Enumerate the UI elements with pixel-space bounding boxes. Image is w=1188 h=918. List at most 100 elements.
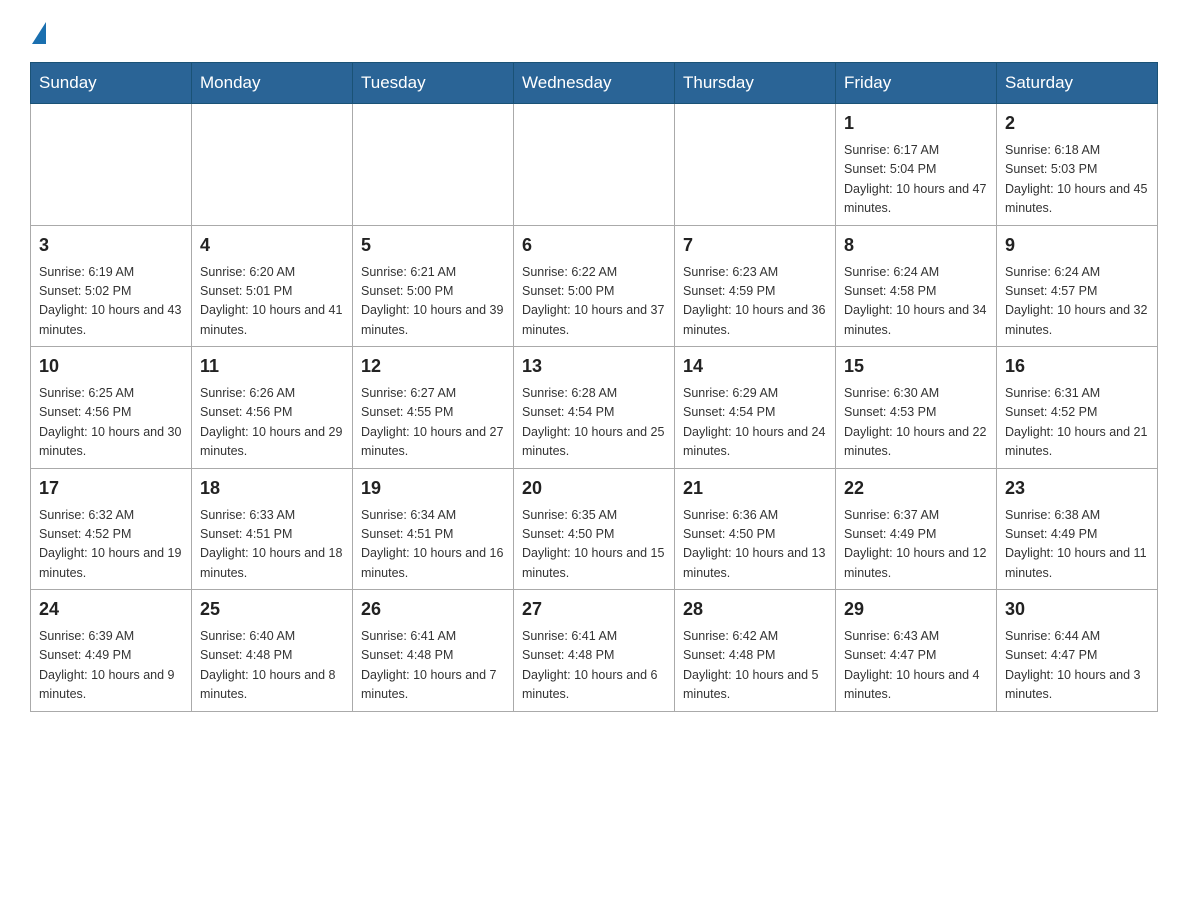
day-number: 16	[1005, 353, 1149, 380]
calendar-week-row: 10 Sunrise: 6:25 AMSunset: 4:56 PMDayligh…	[31, 347, 1158, 469]
calendar-cell	[31, 104, 192, 226]
day-info: Sunrise: 6:34 AMSunset: 4:51 PMDaylight:…	[361, 506, 505, 584]
day-info: Sunrise: 6:23 AMSunset: 4:59 PMDaylight:…	[683, 263, 827, 341]
day-info: Sunrise: 6:27 AMSunset: 4:55 PMDaylight:…	[361, 384, 505, 462]
day-info: Sunrise: 6:42 AMSunset: 4:48 PMDaylight:…	[683, 627, 827, 705]
calendar-cell: 21 Sunrise: 6:36 AMSunset: 4:50 PMDayligh…	[675, 468, 836, 590]
day-number: 17	[39, 475, 183, 502]
calendar-cell: 23 Sunrise: 6:38 AMSunset: 4:49 PMDayligh…	[997, 468, 1158, 590]
logo	[30, 20, 46, 44]
calendar-cell: 20Sunrise: 6:35 AMSunset: 4:50 PMDayligh…	[514, 468, 675, 590]
day-number: 5	[361, 232, 505, 259]
day-info: Sunrise: 6:24 AMSunset: 4:57 PMDaylight:…	[1005, 263, 1149, 341]
calendar-week-row: 1Sunrise: 6:17 AMSunset: 5:04 PMDaylight…	[31, 104, 1158, 226]
calendar-cell: 12 Sunrise: 6:27 AMSunset: 4:55 PMDayligh…	[353, 347, 514, 469]
day-info: Sunrise: 6:18 AMSunset: 5:03 PMDaylight:…	[1005, 141, 1149, 219]
day-info: Sunrise: 6:43 AMSunset: 4:47 PMDaylight:…	[844, 627, 988, 705]
calendar-week-row: 24 Sunrise: 6:39 AMSunset: 4:49 PMDayligh…	[31, 590, 1158, 712]
day-number: 15	[844, 353, 988, 380]
day-of-week-header: Thursday	[675, 63, 836, 104]
calendar-cell: 5 Sunrise: 6:21 AMSunset: 5:00 PMDaylight…	[353, 225, 514, 347]
day-of-week-header: Saturday	[997, 63, 1158, 104]
page-header	[30, 20, 1158, 44]
calendar-cell: 15 Sunrise: 6:30 AMSunset: 4:53 PMDayligh…	[836, 347, 997, 469]
day-number: 12	[361, 353, 505, 380]
day-number: 29	[844, 596, 988, 623]
calendar-cell: 16 Sunrise: 6:31 AMSunset: 4:52 PMDayligh…	[997, 347, 1158, 469]
day-info: Sunrise: 6:39 AMSunset: 4:49 PMDaylight:…	[39, 627, 183, 705]
day-of-week-header: Wednesday	[514, 63, 675, 104]
day-info: Sunrise: 6:22 AMSunset: 5:00 PMDaylight:…	[522, 263, 666, 341]
day-info: Sunrise: 6:25 AMSunset: 4:56 PMDaylight:…	[39, 384, 183, 462]
calendar-cell: 10 Sunrise: 6:25 AMSunset: 4:56 PMDayligh…	[31, 347, 192, 469]
calendar-table: SundayMondayTuesdayWednesdayThursdayFrid…	[30, 62, 1158, 712]
day-info: Sunrise: 6:30 AMSunset: 4:53 PMDaylight:…	[844, 384, 988, 462]
calendar-cell: 13 Sunrise: 6:28 AMSunset: 4:54 PMDayligh…	[514, 347, 675, 469]
day-info: Sunrise: 6:26 AMSunset: 4:56 PMDaylight:…	[200, 384, 344, 462]
day-number: 6	[522, 232, 666, 259]
day-number: 23	[1005, 475, 1149, 502]
calendar-cell: 3 Sunrise: 6:19 AMSunset: 5:02 PMDaylight…	[31, 225, 192, 347]
calendar-cell: 22 Sunrise: 6:37 AMSunset: 4:49 PMDayligh…	[836, 468, 997, 590]
day-info: Sunrise: 6:29 AMSunset: 4:54 PMDaylight:…	[683, 384, 827, 462]
day-of-week-header: Tuesday	[353, 63, 514, 104]
day-number: 11	[200, 353, 344, 380]
day-number: 22	[844, 475, 988, 502]
calendar-cell: 24 Sunrise: 6:39 AMSunset: 4:49 PMDayligh…	[31, 590, 192, 712]
day-number: 21	[683, 475, 827, 502]
calendar-cell	[353, 104, 514, 226]
calendar-cell: 30Sunrise: 6:44 AMSunset: 4:47 PMDayligh…	[997, 590, 1158, 712]
day-number: 27	[522, 596, 666, 623]
calendar-cell: 7Sunrise: 6:23 AMSunset: 4:59 PMDaylight…	[675, 225, 836, 347]
day-of-week-header: Sunday	[31, 63, 192, 104]
day-info: Sunrise: 6:41 AMSunset: 4:48 PMDaylight:…	[361, 627, 505, 705]
calendar-cell: 19 Sunrise: 6:34 AMSunset: 4:51 PMDayligh…	[353, 468, 514, 590]
day-of-week-header: Monday	[192, 63, 353, 104]
calendar-cell	[192, 104, 353, 226]
day-info: Sunrise: 6:21 AMSunset: 5:00 PMDaylight:…	[361, 263, 505, 341]
calendar-cell	[514, 104, 675, 226]
calendar-cell: 9Sunrise: 6:24 AMSunset: 4:57 PMDaylight…	[997, 225, 1158, 347]
calendar-cell: 1Sunrise: 6:17 AMSunset: 5:04 PMDaylight…	[836, 104, 997, 226]
day-number: 8	[844, 232, 988, 259]
day-number: 26	[361, 596, 505, 623]
day-info: Sunrise: 6:19 AMSunset: 5:02 PMDaylight:…	[39, 263, 183, 341]
day-info: Sunrise: 6:41 AMSunset: 4:48 PMDaylight:…	[522, 627, 666, 705]
calendar-cell: 8 Sunrise: 6:24 AMSunset: 4:58 PMDaylight…	[836, 225, 997, 347]
calendar-cell: 25 Sunrise: 6:40 AMSunset: 4:48 PMDayligh…	[192, 590, 353, 712]
day-number: 19	[361, 475, 505, 502]
day-info: Sunrise: 6:38 AMSunset: 4:49 PMDaylight:…	[1005, 506, 1149, 584]
calendar-cell: 17Sunrise: 6:32 AMSunset: 4:52 PMDayligh…	[31, 468, 192, 590]
day-info: Sunrise: 6:36 AMSunset: 4:50 PMDaylight:…	[683, 506, 827, 584]
day-number: 4	[200, 232, 344, 259]
calendar-week-row: 17Sunrise: 6:32 AMSunset: 4:52 PMDayligh…	[31, 468, 1158, 590]
day-info: Sunrise: 6:28 AMSunset: 4:54 PMDaylight:…	[522, 384, 666, 462]
day-number: 2	[1005, 110, 1149, 137]
calendar-cell: 6 Sunrise: 6:22 AMSunset: 5:00 PMDaylight…	[514, 225, 675, 347]
day-info: Sunrise: 6:33 AMSunset: 4:51 PMDaylight:…	[200, 506, 344, 584]
day-number: 24	[39, 596, 183, 623]
day-info: Sunrise: 6:31 AMSunset: 4:52 PMDaylight:…	[1005, 384, 1149, 462]
day-number: 13	[522, 353, 666, 380]
day-number: 20	[522, 475, 666, 502]
day-info: Sunrise: 6:40 AMSunset: 4:48 PMDaylight:…	[200, 627, 344, 705]
day-info: Sunrise: 6:24 AMSunset: 4:58 PMDaylight:…	[844, 263, 988, 341]
calendar-cell: 11 Sunrise: 6:26 AMSunset: 4:56 PMDayligh…	[192, 347, 353, 469]
calendar-cell: 14 Sunrise: 6:29 AMSunset: 4:54 PMDayligh…	[675, 347, 836, 469]
calendar-cell: 26 Sunrise: 6:41 AMSunset: 4:48 PMDayligh…	[353, 590, 514, 712]
calendar-cell	[675, 104, 836, 226]
day-of-week-header: Friday	[836, 63, 997, 104]
day-number: 14	[683, 353, 827, 380]
day-info: Sunrise: 6:20 AMSunset: 5:01 PMDaylight:…	[200, 263, 344, 341]
calendar-header-row: SundayMondayTuesdayWednesdayThursdayFrid…	[31, 63, 1158, 104]
calendar-cell: 18 Sunrise: 6:33 AMSunset: 4:51 PMDayligh…	[192, 468, 353, 590]
calendar-cell: 4 Sunrise: 6:20 AMSunset: 5:01 PMDaylight…	[192, 225, 353, 347]
day-number: 10	[39, 353, 183, 380]
day-info: Sunrise: 6:37 AMSunset: 4:49 PMDaylight:…	[844, 506, 988, 584]
day-number: 28	[683, 596, 827, 623]
day-number: 25	[200, 596, 344, 623]
day-number: 1	[844, 110, 988, 137]
day-number: 30	[1005, 596, 1149, 623]
day-number: 18	[200, 475, 344, 502]
day-number: 3	[39, 232, 183, 259]
